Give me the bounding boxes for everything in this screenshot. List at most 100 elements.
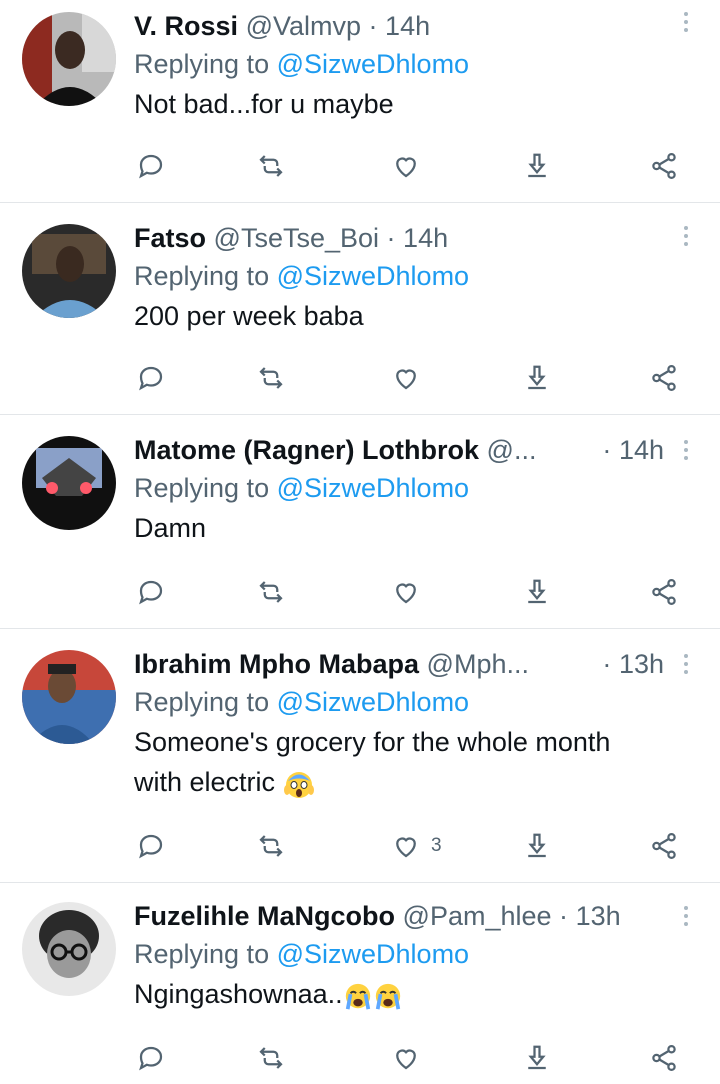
display-name[interactable]: Ibrahim Mpho Mabapa (134, 649, 419, 679)
more-vertical-icon[interactable] (682, 226, 690, 250)
retweet-button[interactable] (256, 828, 286, 864)
retweet-icon (259, 367, 283, 389)
display-name[interactable]: Matome (Ragner) Lothbrok (134, 435, 479, 465)
display-name[interactable]: Fatso (134, 223, 206, 253)
timestamp[interactable]: 14h (385, 11, 430, 41)
avatar[interactable] (22, 902, 116, 996)
share-icon (652, 365, 676, 391)
screaming-face-emoji-icon (283, 771, 314, 798)
download-icon (528, 365, 546, 390)
more-vertical-icon[interactable] (682, 12, 690, 36)
divider (0, 202, 720, 203)
retweet-icon (259, 1047, 283, 1069)
replying-to-label: Replying to (134, 261, 270, 291)
like-button[interactable] (391, 1040, 431, 1076)
action-bar (134, 148, 694, 184)
avatar[interactable] (22, 224, 116, 318)
download-icon (528, 153, 546, 178)
divider (0, 628, 720, 629)
download-button[interactable] (522, 360, 552, 396)
reply-header: Matome (Ragner) Lothbrok @... · 14h (134, 432, 664, 468)
user-handle[interactable]: @TseTse_Boi (214, 223, 379, 253)
timestamp[interactable]: 14h (619, 435, 664, 465)
replying-to-label: Replying to (134, 49, 270, 79)
mention-link[interactable]: @SizweDhlomo (277, 49, 469, 79)
share-button[interactable] (649, 1040, 679, 1076)
more-vertical-icon[interactable] (682, 906, 690, 930)
like-button[interactable] (391, 148, 431, 184)
reply-body: V. Rossi @Valmvp · 14h Replying to @Sizw… (134, 8, 664, 124)
replying-to-label: Replying to (134, 473, 270, 503)
reply-button[interactable] (136, 574, 166, 610)
more-vertical-icon[interactable] (682, 654, 690, 678)
download-icon (528, 579, 546, 604)
reply-text: Not bad...for u maybe (134, 89, 394, 119)
download-button[interactable] (522, 1040, 552, 1076)
retweet-button[interactable] (256, 1040, 286, 1076)
action-bar: 3 (134, 828, 694, 864)
heart-icon (396, 837, 416, 858)
separator-dot: · (602, 649, 612, 679)
reply-body: Fuzelihle MaNgcobo @Pam_hlee · 13h Reply… (134, 898, 664, 1014)
mention-link[interactable]: @SizweDhlomo (277, 261, 469, 291)
user-handle[interactable]: @Mph... (427, 649, 529, 679)
divider (0, 882, 720, 883)
replying-to: Replying to @SizweDhlomo (134, 468, 664, 508)
mention-link[interactable]: @SizweDhlomo (277, 473, 469, 503)
heart-icon (396, 1049, 416, 1070)
download-button[interactable] (522, 148, 552, 184)
user-handle[interactable]: @... (487, 435, 537, 465)
speech-bubble-icon (139, 154, 163, 179)
replying-to: Replying to @SizweDhlomo (134, 44, 664, 84)
separator-dot: · (559, 901, 569, 931)
share-button[interactable] (649, 360, 679, 396)
avatar[interactable] (22, 436, 116, 530)
reply-button[interactable] (136, 148, 166, 184)
mention-link[interactable]: @SizweDhlomo (277, 939, 469, 969)
download-icon (528, 833, 546, 858)
download-button[interactable] (522, 574, 552, 610)
download-icon (528, 1045, 546, 1070)
reply-text: Someone's grocery for the whole month wi… (134, 722, 664, 802)
retweet-button[interactable] (256, 574, 286, 610)
reply-text-line: with electric (134, 762, 664, 802)
replying-to: Replying to @SizweDhlomo (134, 682, 664, 722)
reply-text-fragment: with electric (134, 767, 276, 797)
retweet-button[interactable] (256, 360, 286, 396)
reply-button[interactable] (136, 1040, 166, 1076)
reply-button[interactable] (136, 360, 166, 396)
display-name[interactable]: Fuzelihle MaNgcobo (134, 901, 395, 931)
retweet-icon (259, 835, 283, 857)
retweet-icon (259, 581, 283, 603)
reply-text: 200 per week baba (134, 301, 364, 331)
timestamp[interactable]: 14h (403, 223, 448, 253)
share-icon (652, 1045, 676, 1071)
avatar[interactable] (22, 650, 116, 744)
reply-header: Ibrahim Mpho Mabapa @Mph... · 13h (134, 646, 664, 682)
heart-icon (396, 583, 416, 604)
action-bar (134, 574, 694, 610)
action-bar (134, 360, 694, 396)
download-button[interactable] (522, 828, 552, 864)
avatar[interactable] (22, 12, 116, 106)
retweet-icon (259, 155, 283, 177)
reply-button[interactable] (136, 828, 166, 864)
reply-body: Ibrahim Mpho Mabapa @Mph... · 13h Replyi… (134, 646, 664, 802)
timestamp[interactable]: 13h (576, 901, 621, 931)
timestamp[interactable]: 13h (619, 649, 664, 679)
share-button[interactable] (649, 148, 679, 184)
replying-to: Replying to @SizweDhlomo (134, 934, 664, 974)
like-button[interactable] (391, 574, 431, 610)
user-handle[interactable]: @Pam_hlee (403, 901, 552, 931)
separator-dot: · (602, 435, 612, 465)
share-button[interactable] (649, 828, 679, 864)
like-button[interactable]: 3 (391, 828, 442, 864)
like-button[interactable] (391, 360, 431, 396)
share-button[interactable] (649, 574, 679, 610)
mention-link[interactable]: @SizweDhlomo (277, 687, 469, 717)
display-name[interactable]: V. Rossi (134, 11, 238, 41)
more-vertical-icon[interactable] (682, 440, 690, 464)
user-handle[interactable]: @Valmvp (246, 11, 361, 41)
retweet-button[interactable] (256, 148, 286, 184)
divider (0, 414, 720, 415)
